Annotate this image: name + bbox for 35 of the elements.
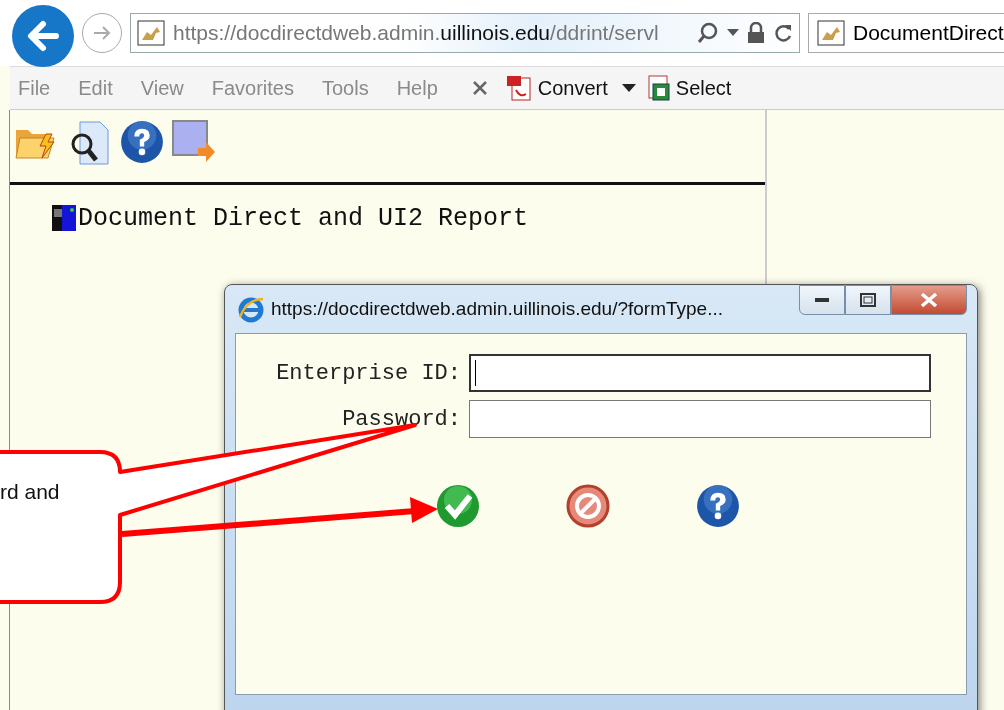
tree-item[interactable]: Document Direct and UI2 Report <box>78 203 529 233</box>
search-icon[interactable] <box>697 22 719 44</box>
help-icon[interactable] <box>120 120 164 164</box>
field-label: Password: <box>341 406 461 432</box>
browser-tab[interactable]: DocumentDirect <box>808 13 1004 53</box>
lock-icon <box>747 22 765 44</box>
dropdown-icon[interactable] <box>621 83 636 93</box>
url-text: https://docdirectdweb.admin.uillinois.edu/ddrint/servl <box>173 21 660 45</box>
select-button[interactable]: Select <box>645 74 732 102</box>
close-icon <box>920 292 938 308</box>
tab-title: DocumentDirect <box>853 21 1004 45</box>
refresh-icon[interactable] <box>773 22 793 44</box>
minimize-button[interactable] <box>799 285 845 315</box>
check-icon[interactable] <box>436 484 480 528</box>
callout-text: rd and <box>0 480 60 504</box>
pdf-icon <box>505 74 534 102</box>
address-bar[interactable]: https://docdirectdweb.admin.uillinois.edu/ddrint/servl <box>130 13 800 53</box>
select-icon <box>645 74 672 102</box>
dialog-title: https://docdirectdweb.admin.uillinois.edu/?formType... <box>271 298 723 320</box>
page-icon <box>137 20 165 46</box>
input-field[interactable] <box>469 400 931 438</box>
help-icon[interactable] <box>696 484 740 528</box>
convert-button[interactable]: Convert <box>505 74 608 102</box>
close-button[interactable] <box>891 285 967 315</box>
minimize-icon <box>815 297 829 303</box>
dropdown-icon[interactable] <box>727 29 739 37</box>
close-icon[interactable] <box>471 80 488 96</box>
maximize-button[interactable] <box>845 285 891 315</box>
browser-icon <box>237 295 265 323</box>
input-field[interactable] <box>469 354 931 392</box>
maximize-icon <box>860 293 876 307</box>
computer-icon <box>50 203 78 233</box>
cancel-icon[interactable] <box>566 484 610 528</box>
page-icon <box>817 20 845 46</box>
field-label: Enterprise ID: <box>275 360 461 386</box>
